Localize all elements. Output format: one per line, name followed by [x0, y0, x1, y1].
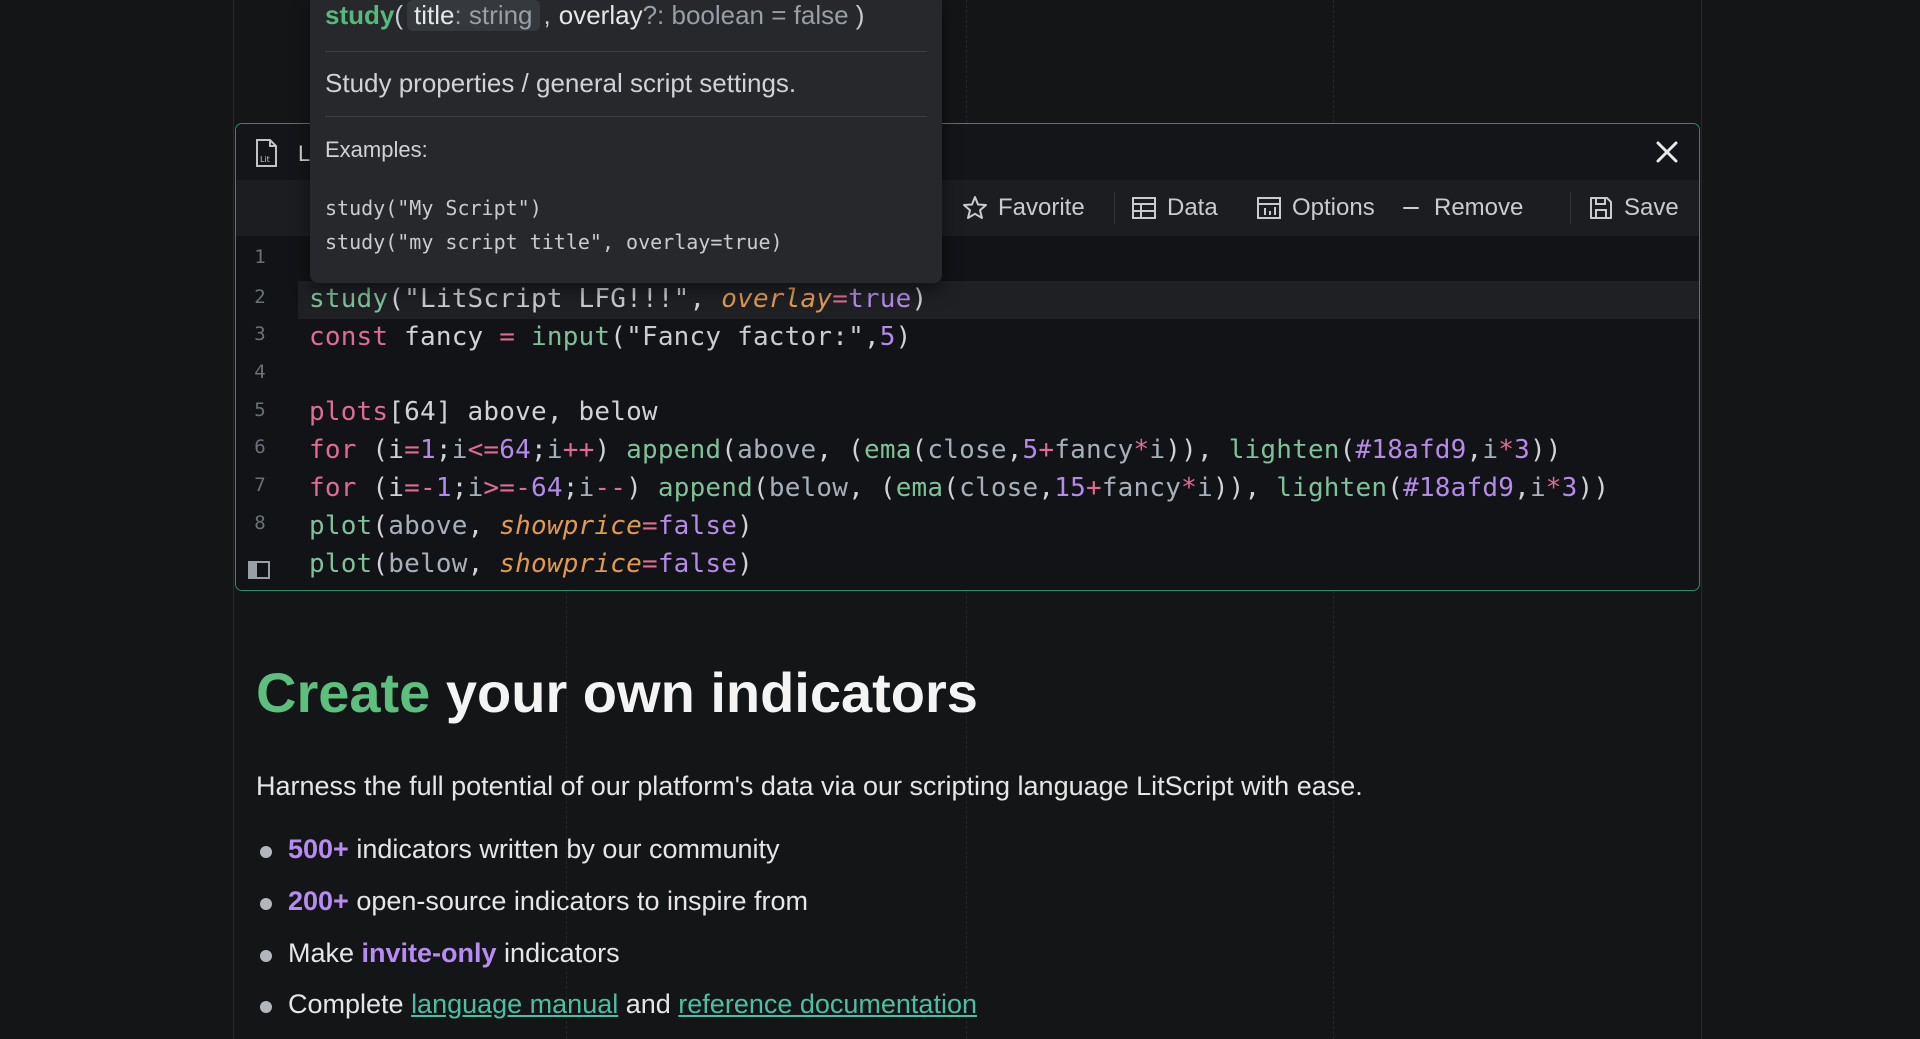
line-number: 4	[254, 361, 266, 383]
code-area[interactable]: 1 2 3 4 5 6 7 8 study("LitScript LFG!!!"…	[236, 236, 1699, 590]
remove-label: Remove	[1434, 194, 1524, 221]
line-gutter: 1 2 3 4 5 6 7 8	[236, 236, 298, 590]
tooltip-divider	[325, 51, 927, 52]
example-code: study("My Script")	[325, 196, 542, 220]
signature-function: study	[325, 0, 395, 30]
favorite-label: Favorite	[998, 194, 1085, 221]
save-icon	[1590, 197, 1612, 219]
bullet-dot	[260, 950, 272, 962]
section-description: Harness the full potential of our platfo…	[256, 771, 1363, 801]
star-icon	[963, 196, 987, 219]
options-button[interactable]: Options	[1256, 180, 1375, 236]
signature-param-overlay: overlay?: boolean = false	[558, 0, 849, 30]
bullet-dot	[260, 846, 272, 858]
editor-title: L	[298, 141, 311, 166]
example-code: study("my script title", overlay=true)	[325, 230, 783, 254]
save-button[interactable]: Save	[1588, 180, 1679, 236]
examples-label: Examples:	[325, 137, 428, 162]
svg-text:Lit: Lit	[260, 155, 270, 164]
line-number: 5	[254, 399, 266, 421]
code-line: plot(below, showprice=false)	[309, 549, 753, 579]
bullet-dot	[260, 1001, 272, 1013]
line-number: 7	[254, 474, 266, 496]
toolbar-divider	[1570, 192, 1571, 224]
tooltip-description: Study properties / general script settin…	[325, 68, 797, 98]
signature-line: study(title: string, overlay?: boolean = …	[325, 0, 865, 31]
line-number: 1	[254, 246, 266, 268]
toolbar-divider	[1114, 192, 1115, 224]
reference-documentation-link[interactable]: reference documentation	[678, 989, 977, 1019]
code-line: plot(above, showprice=false)	[309, 511, 753, 541]
data-label: Data	[1167, 194, 1218, 221]
data-button[interactable]: Data	[1131, 180, 1218, 236]
code-line: for (i=1;i<=64;i++) append(above, (ema(c…	[309, 435, 1562, 465]
panel-toggle-icon[interactable]	[248, 561, 270, 579]
line-number: 6	[254, 436, 266, 458]
save-label: Save	[1624, 194, 1679, 221]
line-number: 8	[254, 512, 266, 534]
bullet-dot	[260, 898, 272, 910]
frame-line-right	[1701, 0, 1702, 1039]
section-heading: Create your own indicators	[256, 661, 978, 724]
table-icon	[1132, 197, 1156, 219]
remove-button[interactable]: Remove	[1398, 180, 1523, 236]
favorite-button[interactable]: Favorite	[962, 180, 1085, 236]
signature-param-title: title: string	[407, 0, 540, 31]
options-label: Options	[1292, 194, 1375, 221]
close-icon[interactable]	[1653, 138, 1681, 166]
code-line: const fancy = input("Fancy factor:",5)	[309, 322, 912, 352]
signature-tooltip: study(title: string, overlay?: boolean = …	[310, 0, 942, 283]
frame-line-left	[233, 0, 234, 1039]
code-line: study("LitScript LFG!!!", overlay=true)	[309, 284, 928, 314]
line-number: 3	[254, 323, 266, 345]
line-number: 2	[254, 286, 266, 308]
language-manual-link[interactable]: language manual	[411, 989, 618, 1019]
minus-icon	[1403, 207, 1419, 209]
script-file-icon: Lit	[256, 139, 277, 167]
options-icon	[1257, 197, 1281, 219]
code-line: plots[64] above, below	[309, 397, 658, 427]
code-line: for (i=-1;i>=-64;i--) append(below, (ema…	[309, 473, 1610, 503]
tooltip-divider	[325, 116, 927, 117]
